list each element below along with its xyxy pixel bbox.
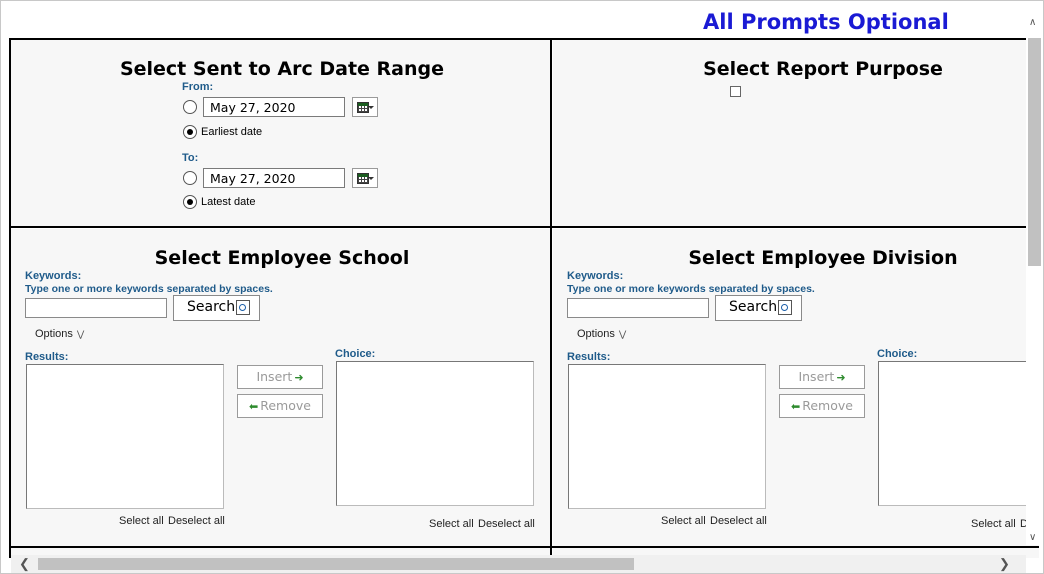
scroll-right-icon[interactable]: ❯ (999, 556, 1010, 572)
to-label: To: (182, 152, 199, 164)
employee-school-panel: Select Employee School Keywords: Type on… (11, 229, 550, 558)
dropdown-caret-icon (368, 106, 374, 109)
vertical-scrollbar[interactable]: ∧ ∨ (1026, 13, 1043, 545)
from-calendar-button[interactable] (352, 97, 378, 117)
school-remove-button[interactable]: ⬅ Remove (237, 394, 323, 418)
employee-division-panel: Select Employee Division Keywords: Type … (553, 229, 1039, 558)
scroll-up-icon[interactable]: ∧ (1029, 17, 1036, 28)
grid-line-top (9, 38, 1039, 40)
from-date-input[interactable]: May 27, 2020 (203, 97, 345, 117)
search-button-label: Search (187, 299, 236, 315)
school-options-link[interactable]: Options ⋁ (35, 328, 84, 340)
to-calendar-button[interactable] (352, 168, 378, 188)
division-results-deselect-all[interactable]: Deselect all (710, 515, 767, 527)
division-options-link[interactable]: Options ⋁ (577, 328, 626, 340)
division-remove-button[interactable]: ⬅ Remove (779, 394, 865, 418)
division-choice-list[interactable] (878, 361, 1039, 506)
division-search-button[interactable]: Search (715, 295, 802, 321)
arrow-left-icon: ⬅ (791, 400, 801, 413)
magnifier-icon (236, 299, 251, 315)
scroll-left-icon[interactable]: ❮ (19, 556, 30, 572)
remove-label: Remove (260, 398, 311, 413)
arrow-right-icon: ➜ (294, 371, 304, 384)
latest-date-radio[interactable] (183, 195, 197, 209)
vertical-scroll-thumb[interactable] (1028, 38, 1041, 266)
grid-line-bottom (9, 546, 1039, 548)
insert-label: Insert (798, 369, 835, 384)
division-results-select-all[interactable]: Select all (661, 515, 706, 527)
division-keywords-input[interactable] (567, 298, 709, 318)
date-range-panel: Select Sent to Arc Date Range From: May … (11, 40, 550, 226)
choice-label: Choice: (335, 348, 376, 360)
dropdown-caret-icon (368, 177, 374, 180)
school-choice-select-all[interactable]: Select all (429, 518, 474, 530)
grid-line-middle (9, 226, 1039, 228)
page-title: All Prompts Optional (703, 10, 949, 34)
horizontal-scroll-thumb[interactable] (38, 558, 634, 570)
school-results-deselect-all[interactable]: Deselect all (168, 515, 225, 527)
options-label: Options (35, 328, 73, 340)
choice-label: Choice: (877, 348, 918, 360)
employee-school-title: Select Employee School (154, 247, 410, 269)
school-results-list[interactable] (26, 364, 224, 509)
to-date-radio[interactable] (183, 171, 197, 185)
keywords-hint: Type one or more keywords separated by s… (567, 283, 815, 295)
options-label: Options (577, 328, 615, 340)
from-date-radio[interactable] (183, 100, 197, 114)
grid-line-left (9, 38, 11, 558)
prompt-grid: Select Sent to Arc Date Range From: May … (9, 38, 1039, 558)
division-results-list[interactable] (568, 364, 766, 509)
earliest-date-label: Earliest date (201, 126, 263, 138)
search-button-label: Search (729, 299, 778, 315)
horizontal-scrollbar[interactable]: ❮ ❯ (11, 555, 1026, 573)
report-purpose-title: Select Report Purpose (703, 58, 943, 80)
results-label: Results: (25, 351, 69, 363)
keywords-label: Keywords: (567, 270, 624, 282)
keywords-hint: Type one or more keywords separated by s… (25, 283, 273, 295)
school-results-select-all[interactable]: Select all (119, 515, 164, 527)
arrow-left-icon: ⬅ (249, 400, 259, 413)
grid-line-center (550, 38, 552, 558)
remove-label: Remove (802, 398, 853, 413)
chevron-down-icon: ⋁ (76, 329, 85, 339)
school-search-button[interactable]: Search (173, 295, 260, 321)
from-label: From: (182, 81, 214, 93)
school-choice-deselect-all[interactable]: Deselect all (478, 518, 535, 530)
keywords-label: Keywords: (25, 270, 82, 282)
report-purpose-checkbox[interactable] (730, 86, 741, 97)
earliest-date-radio[interactable] (183, 125, 197, 139)
magnifier-icon (778, 299, 793, 315)
prompt-page-frame: All Prompts Optional Select Sent to Arc … (0, 0, 1044, 574)
date-range-title: Select Sent to Arc Date Range (119, 58, 445, 80)
arrow-right-icon: ➜ (836, 371, 846, 384)
division-insert-button[interactable]: Insert ➜ (779, 365, 865, 389)
school-insert-button[interactable]: Insert ➜ (237, 365, 323, 389)
to-date-input[interactable]: May 27, 2020 (203, 168, 345, 188)
school-choice-list[interactable] (336, 361, 534, 506)
insert-label: Insert (256, 369, 293, 384)
results-label: Results: (567, 351, 611, 363)
report-purpose-panel: Select Report Purpose (553, 40, 1039, 226)
school-keywords-input[interactable] (25, 298, 167, 318)
chevron-down-icon: ⋁ (618, 329, 627, 339)
division-choice-select-all[interactable]: Select all (971, 518, 1016, 530)
latest-date-label: Latest date (201, 196, 256, 208)
employee-division-title: Select Employee Division (688, 247, 958, 269)
scroll-down-icon[interactable]: ∨ (1029, 532, 1036, 543)
